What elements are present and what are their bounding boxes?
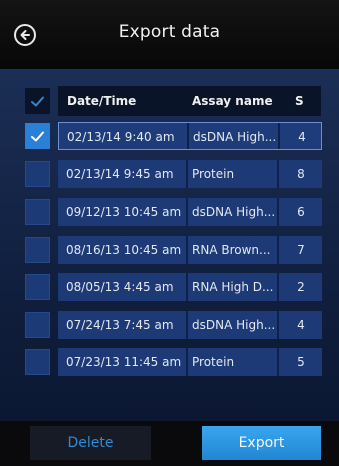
row-assay-name: RNA High D... (192, 280, 274, 294)
table-row[interactable]: 02/13/14 9:45 am Protein 8 (58, 160, 322, 188)
table-row[interactable]: 07/23/13 11:45 am Protein 5 (58, 348, 322, 376)
column-header-datetime[interactable]: Date/Time (67, 94, 136, 108)
row-checkbox[interactable] (25, 237, 50, 263)
column-divider (277, 198, 279, 226)
row-datetime: 09/12/13 10:45 am (66, 205, 182, 219)
page-title: Export data (118, 22, 221, 42)
export-button[interactable]: Export (202, 426, 321, 460)
row-checkbox[interactable] (25, 312, 50, 338)
row-sample-count: 4 (297, 318, 305, 332)
row-assay-name: dsDNA High... (193, 130, 275, 144)
row-checkbox[interactable] (25, 123, 50, 149)
column-divider (186, 236, 188, 264)
row-sample-count: 2 (297, 280, 305, 294)
top-bar: Export data (0, 0, 339, 70)
row-assay-name: RNA Brown... (192, 243, 271, 257)
column-divider (187, 123, 189, 149)
row-assay-name: dsDNA High... (192, 205, 274, 219)
table-row[interactable]: 02/13/14 9:40 am dsDNA High... 4 (58, 122, 322, 150)
row-datetime: 07/23/13 11:45 am (66, 355, 182, 369)
row-sample-count: 8 (297, 167, 305, 181)
row-assay-name: Protein (192, 167, 235, 181)
row-sample-count: 5 (297, 355, 305, 369)
column-header-assay[interactable]: Assay name (192, 94, 273, 108)
checkmark-icon (31, 96, 44, 106)
column-divider (277, 311, 279, 339)
row-datetime: 08/16/13 10:45 am (66, 243, 182, 257)
delete-button[interactable]: Delete (30, 426, 151, 460)
table-header: Date/Time Assay name S (58, 86, 321, 116)
table-row[interactable]: 07/24/13 7:45 am dsDNA High... 4 (58, 311, 322, 339)
column-divider (278, 123, 280, 149)
row-checkbox[interactable] (25, 199, 50, 225)
row-datetime: 02/13/14 9:45 am (66, 167, 174, 181)
column-divider (277, 348, 279, 376)
row-datetime: 08/05/13 4:45 am (66, 280, 174, 294)
column-divider (186, 160, 188, 188)
row-checkbox[interactable] (25, 161, 50, 187)
column-divider (186, 198, 188, 226)
row-assay-name: Protein (192, 355, 235, 369)
column-divider (186, 311, 188, 339)
row-assay-name: dsDNA High... (192, 318, 274, 332)
column-header-s[interactable]: S (295, 94, 304, 108)
table-row[interactable]: 08/16/13 10:45 am RNA Brown... 7 (58, 236, 322, 264)
table-row[interactable]: 08/05/13 4:45 am RNA High D... 2 (58, 273, 322, 301)
column-divider (277, 160, 279, 188)
row-checkbox[interactable] (25, 274, 50, 300)
column-divider (186, 273, 188, 301)
column-divider (277, 236, 279, 264)
row-sample-count: 4 (298, 130, 306, 144)
row-sample-count: 7 (297, 243, 305, 257)
row-datetime: 07/24/13 7:45 am (66, 318, 174, 332)
column-divider (277, 273, 279, 301)
column-divider (186, 348, 188, 376)
row-datetime: 02/13/14 9:40 am (67, 130, 175, 144)
checkmark-icon (31, 131, 44, 141)
row-sample-count: 6 (297, 205, 305, 219)
table-row[interactable]: 09/12/13 10:45 am dsDNA High... 6 (58, 198, 322, 226)
row-checkbox[interactable] (25, 349, 50, 375)
select-all-checkbox[interactable] (25, 88, 50, 114)
